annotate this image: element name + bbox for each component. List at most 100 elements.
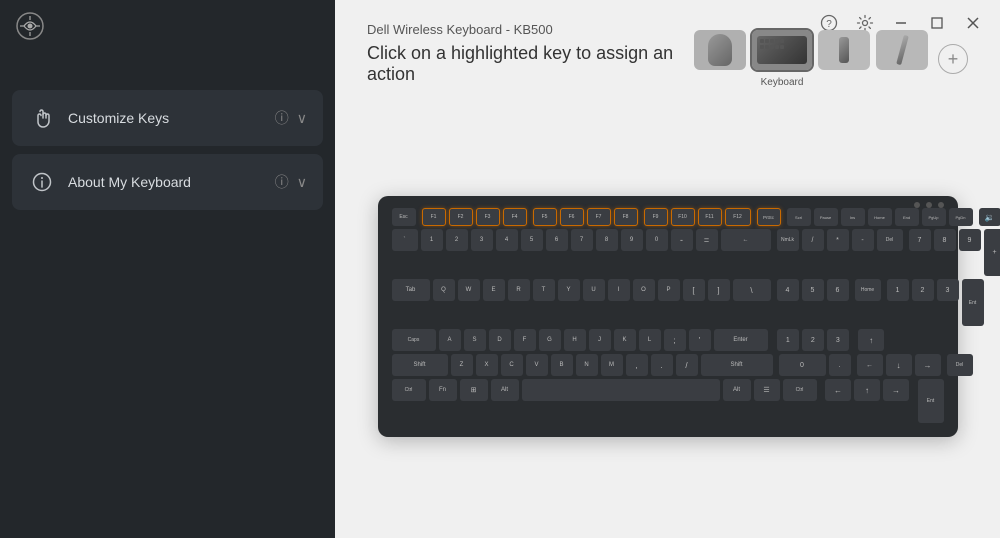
key-arrow-right[interactable]: → <box>915 354 941 376</box>
key-v[interactable]: V <box>526 354 548 376</box>
key-6[interactable]: 6 <box>546 229 568 251</box>
sidebar-item-about-keyboard-info[interactable]: ⓘ <box>275 172 289 192</box>
key-arrow-right-bottom[interactable]: → <box>883 379 909 401</box>
key-lbracket[interactable]: [ <box>683 279 705 301</box>
maximize-button[interactable] <box>926 12 948 34</box>
key-f4[interactable]: F4 <box>503 208 527 226</box>
key-y[interactable]: Y <box>558 279 580 301</box>
key-up-right[interactable]: ↑ <box>858 329 884 351</box>
key-rshift[interactable]: Shift <box>701 354 773 376</box>
key-c[interactable]: C <box>501 354 523 376</box>
thumb-dongle[interactable] <box>818 30 870 70</box>
key-f5[interactable]: F5 <box>533 208 557 226</box>
key-ralt[interactable]: Alt <box>723 379 751 401</box>
key-capslock[interactable]: Caps <box>392 329 436 351</box>
key-np-enter-bot[interactable]: Del <box>947 354 973 376</box>
key-comma[interactable]: , <box>626 354 648 376</box>
key-pgup[interactable]: PgUp <box>922 208 946 226</box>
sidebar-item-about-keyboard[interactable]: About My Keyboard ⓘ ∨ <box>12 154 323 210</box>
key-n[interactable]: N <box>576 354 598 376</box>
key-4[interactable]: 4 <box>496 229 518 251</box>
key-np1r[interactable]: 1 <box>887 279 909 301</box>
key-5[interactable]: 5 <box>521 229 543 251</box>
key-lctrl[interactable]: Ctrl <box>392 379 426 401</box>
key-np3r[interactable]: 3 <box>937 279 959 301</box>
sidebar-item-customize-keys-chevron[interactable]: ∨ <box>297 110 307 127</box>
key-np8[interactable]: 8 <box>934 229 956 251</box>
key-np-plus[interactable]: + <box>984 229 1000 276</box>
key-period[interactable]: . <box>651 354 673 376</box>
key-0[interactable]: 0 <box>646 229 668 251</box>
key-x[interactable]: X <box>476 354 498 376</box>
key-k[interactable]: K <box>614 329 636 351</box>
key-numpad-div[interactable]: / <box>802 229 824 251</box>
key-j[interactable]: J <box>589 329 611 351</box>
key-backtick[interactable]: ` <box>392 229 418 251</box>
key-del[interactable]: Del <box>877 229 903 251</box>
key-f6[interactable]: F6 <box>560 208 584 226</box>
key-space[interactable] <box>522 379 720 401</box>
key-g[interactable]: G <box>539 329 561 351</box>
key-f11[interactable]: F11 <box>698 208 722 226</box>
key-rbracket[interactable]: ] <box>708 279 730 301</box>
key-o[interactable]: O <box>633 279 655 301</box>
key-p[interactable]: P <box>658 279 680 301</box>
key-l[interactable]: L <box>639 329 661 351</box>
key-quote[interactable]: ' <box>689 329 711 351</box>
key-np3[interactable]: 3 <box>827 329 849 351</box>
key-f1[interactable]: F1 <box>422 208 446 226</box>
key-menu[interactable]: ☰ <box>754 379 780 401</box>
key-f3[interactable]: F3 <box>476 208 500 226</box>
key-np7[interactable]: 7 <box>909 229 931 251</box>
key-d[interactable]: D <box>489 329 511 351</box>
key-np-home[interactable]: Home <box>855 279 881 301</box>
key-f2[interactable]: F2 <box>449 208 473 226</box>
key-enter[interactable]: Enter <box>714 329 768 351</box>
key-semicolon[interactable]: ; <box>664 329 686 351</box>
key-fn[interactable]: Fn <box>429 379 457 401</box>
key-2[interactable]: 2 <box>446 229 468 251</box>
key-r[interactable]: R <box>508 279 530 301</box>
key-equals[interactable]: = <box>696 229 718 251</box>
sidebar-item-customize-keys[interactable]: Customize Keys ⓘ ∨ <box>12 90 323 146</box>
key-np-special[interactable]: Ent <box>918 379 944 423</box>
key-np1[interactable]: 1 <box>777 329 799 351</box>
key-numlock[interactable]: NmLk <box>777 229 799 251</box>
key-lalt[interactable]: Alt <box>491 379 519 401</box>
key-s[interactable]: S <box>464 329 486 351</box>
key-scroll-lock[interactable]: Scrl <box>787 208 811 226</box>
key-b[interactable]: B <box>551 354 573 376</box>
key-np2r[interactable]: 2 <box>912 279 934 301</box>
thumb-keyboard[interactable] <box>752 30 812 70</box>
key-arrow-up-bottom[interactable]: ↑ <box>854 379 880 401</box>
key-f9[interactable]: F9 <box>644 208 668 226</box>
key-home[interactable]: Home <box>868 208 892 226</box>
key-pause[interactable]: Pause <box>814 208 838 226</box>
key-lshift[interactable]: Shift <box>392 354 448 376</box>
key-np6[interactable]: 6 <box>827 279 849 301</box>
key-end[interactable]: End <box>895 208 919 226</box>
key-a[interactable]: A <box>439 329 461 351</box>
key-slash[interactable]: / <box>676 354 698 376</box>
key-np2[interactable]: 2 <box>802 329 824 351</box>
key-backslash[interactable]: \ <box>733 279 771 301</box>
key-tab[interactable]: Tab <box>392 279 430 301</box>
key-npdot[interactable]: . <box>829 354 851 376</box>
key-rctrl[interactable]: Ctrl <box>783 379 817 401</box>
add-device-button[interactable]: + <box>938 44 968 74</box>
key-arrow-left-right[interactable]: ← <box>857 354 883 376</box>
thumb-pen[interactable] <box>876 30 928 70</box>
key-vol-down[interactable]: 🔉 <box>979 208 1000 226</box>
key-f8[interactable]: F8 <box>614 208 638 226</box>
key-npenter[interactable]: Ent <box>962 279 984 326</box>
key-lwin[interactable]: ⊞ <box>460 379 488 401</box>
key-arrow-down[interactable]: ↓ <box>886 354 912 376</box>
key-prtsc[interactable]: PrtSc <box>757 208 781 226</box>
key-8[interactable]: 8 <box>596 229 618 251</box>
sidebar-item-about-keyboard-chevron[interactable]: ∨ <box>297 174 307 191</box>
key-np9[interactable]: 9 <box>959 229 981 251</box>
key-7[interactable]: 7 <box>571 229 593 251</box>
key-w[interactable]: W <box>458 279 480 301</box>
key-minus[interactable]: - <box>671 229 693 251</box>
key-1[interactable]: 1 <box>421 229 443 251</box>
